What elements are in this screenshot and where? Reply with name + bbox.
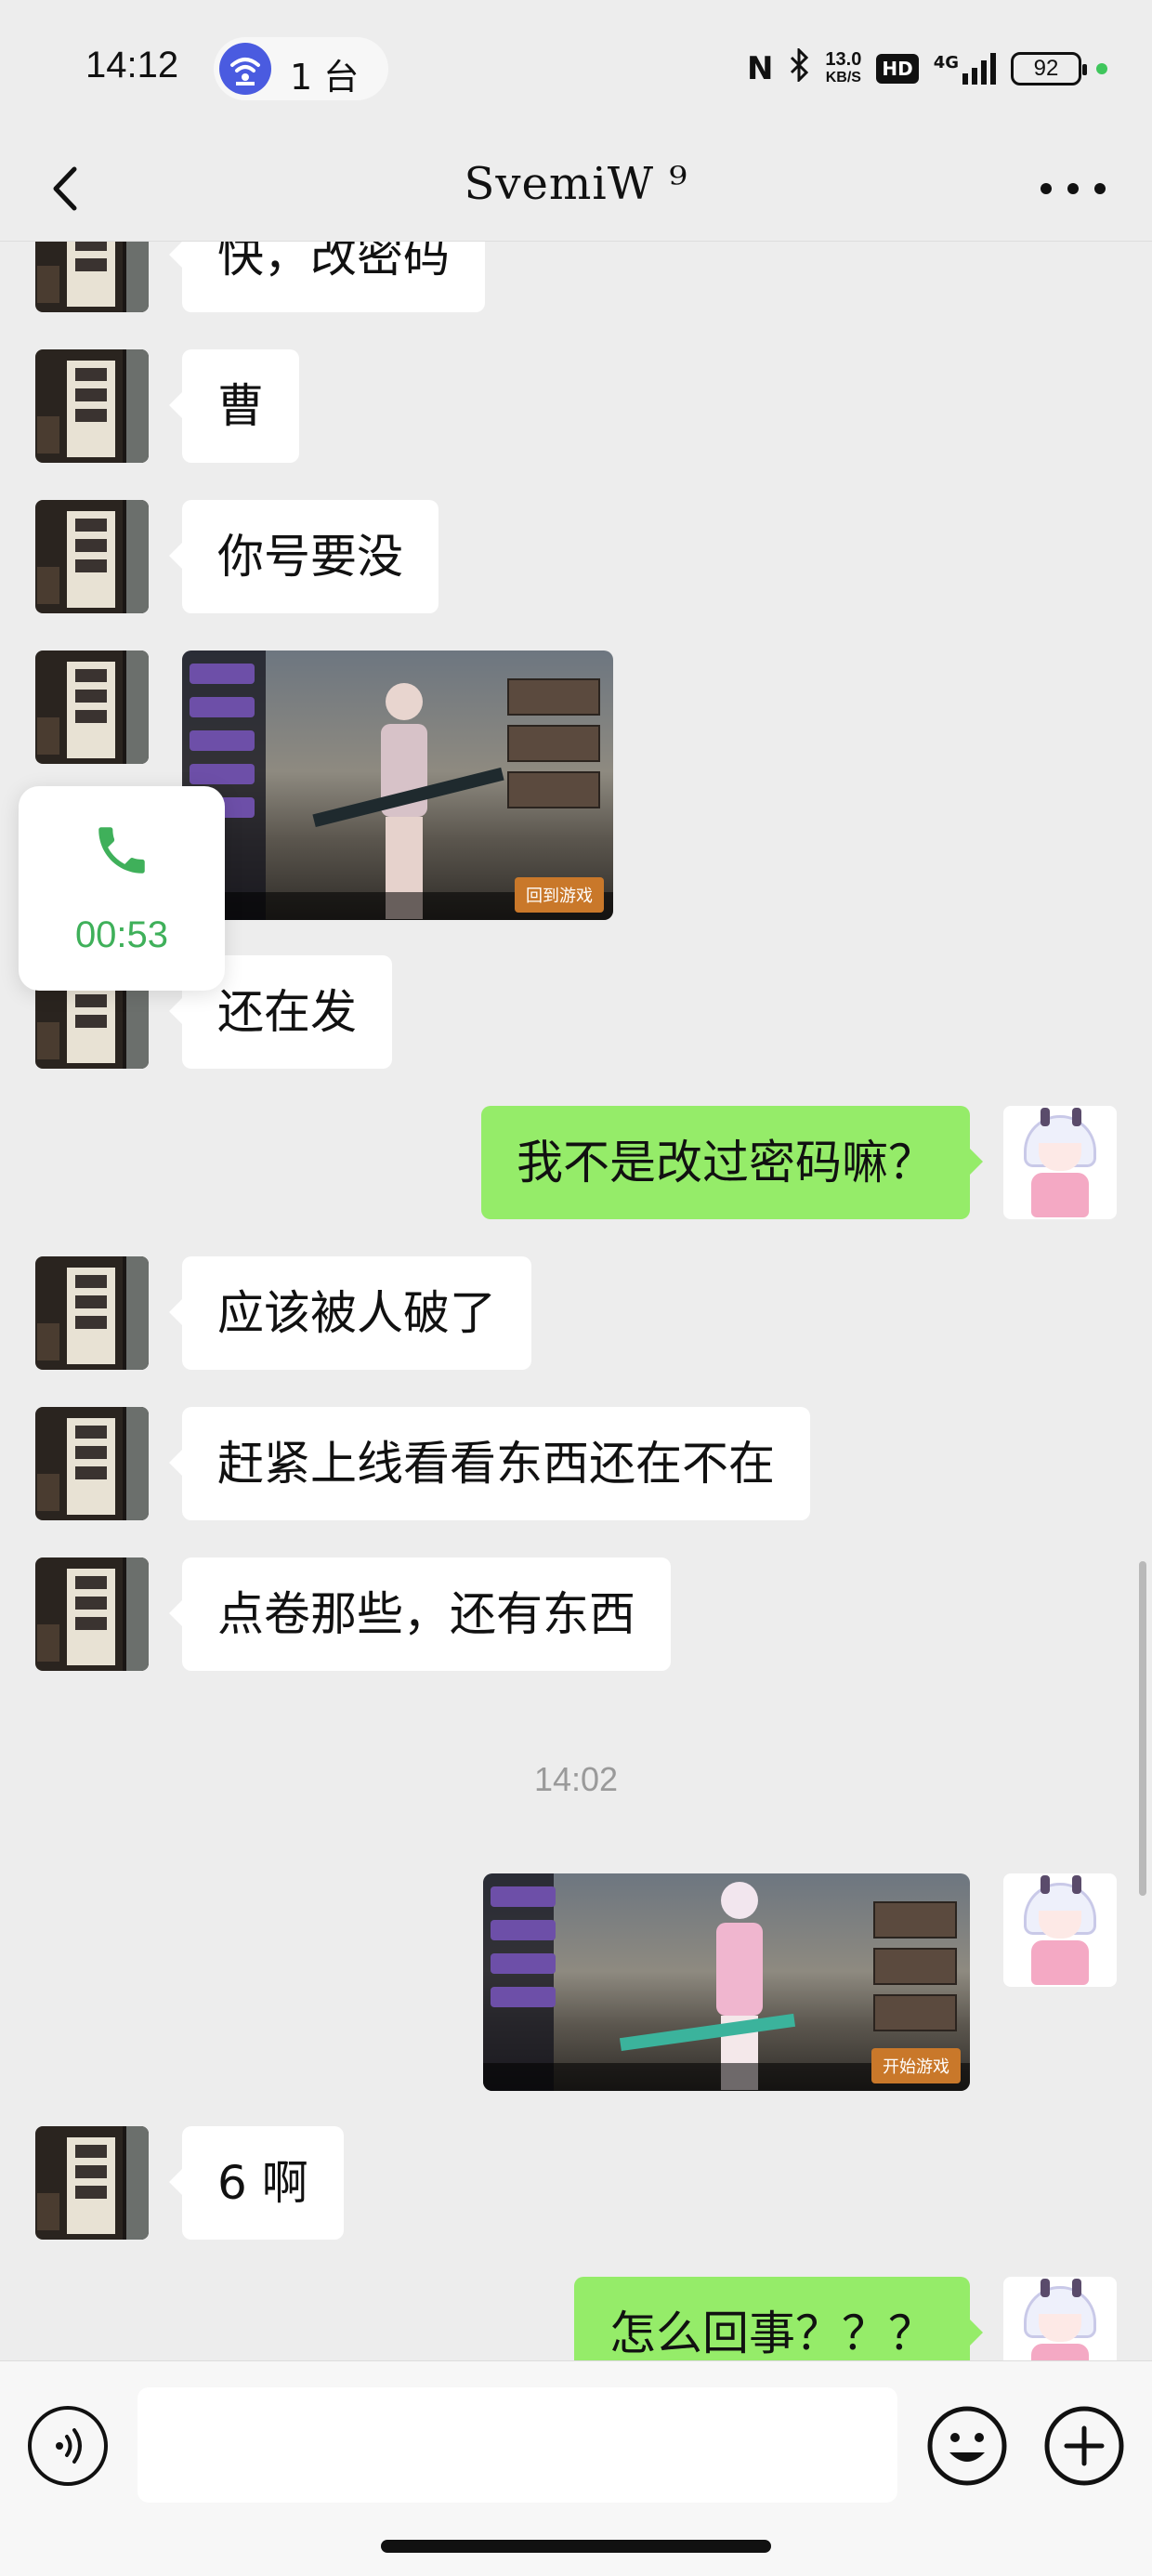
image-game-button-label: 开始游戏 — [871, 2048, 961, 2083]
battery-icon: 92 — [1011, 52, 1087, 85]
contact-avatar[interactable] — [35, 500, 149, 613]
incoming-message[interactable]: 点卷那些，还有东西 — [169, 1557, 671, 1671]
phone-icon — [98, 827, 145, 874]
scrollbar[interactable] — [1139, 1561, 1146, 1896]
status-bar: 14:12 1 台 N 13.0 KB/S HD 4G 92 — [0, 0, 1152, 138]
more-functions-button[interactable] — [1042, 2404, 1126, 2488]
nfc-icon: N — [746, 50, 774, 87]
emoji-icon — [927, 2406, 1007, 2486]
message-input-bar — [0, 2360, 1152, 2576]
network-speed: 13.0 KB/S — [825, 50, 861, 87]
incoming-message[interactable]: 应该被人破了 — [169, 1256, 531, 1370]
ellipsis-icon — [1041, 183, 1052, 194]
image-message[interactable]: 开始游戏 — [483, 1873, 970, 2091]
voice-icon — [56, 2428, 82, 2464]
floating-call-widget[interactable]: 00:53 — [19, 786, 225, 991]
home-indicator[interactable] — [381, 2540, 771, 2553]
image-game-button-label: 回到游戏 — [515, 877, 604, 913]
network-type: 4G — [933, 53, 959, 72]
speed-unit: KB/S — [825, 70, 861, 85]
contact-avatar[interactable] — [35, 1256, 149, 1370]
message-text-input[interactable] — [137, 2387, 897, 2503]
image-message[interactable]: 回到游戏 — [182, 651, 613, 920]
battery-level: 92 — [1033, 56, 1059, 81]
hd-badge: HD — [876, 54, 919, 84]
voice-input-button[interactable] — [28, 2406, 108, 2486]
incoming-message[interactable]: 曹 — [169, 349, 299, 463]
contact-avatar[interactable] — [35, 2126, 149, 2240]
plus-icon — [1044, 2406, 1124, 2486]
speed-value: 13.0 — [825, 49, 862, 70]
contact-avatar[interactable] — [35, 1407, 149, 1520]
my-avatar[interactable] — [1003, 1873, 1117, 1987]
wifi-hotspot-icon — [219, 43, 271, 95]
hotspot-indicator[interactable]: 1 台 — [214, 37, 388, 100]
contact-avatar[interactable] — [35, 1557, 149, 1671]
message-timestamp: 14:02 — [533, 1760, 619, 1798]
more-options-button[interactable] — [1041, 165, 1106, 212]
chat-title: SvemiW ⁹ — [464, 158, 688, 210]
chat-header: SvemiW ⁹ — [0, 138, 1152, 242]
emoji-button[interactable] — [925, 2404, 1009, 2488]
incoming-message[interactable]: 赶紧上线看看东西还在不在 — [169, 1407, 810, 1520]
charging-dot — [1096, 63, 1107, 74]
incoming-message[interactable]: 6 啊 — [169, 2126, 344, 2240]
status-icons: N 13.0 KB/S HD 4G 92 — [747, 43, 1107, 95]
status-time: 14:12 — [85, 45, 179, 85]
contact-avatar[interactable] — [35, 349, 149, 463]
contact-avatar[interactable] — [35, 651, 149, 764]
signal-icon: 4G — [934, 53, 996, 85]
outgoing-message[interactable]: 我不是改过密码嘛？ — [481, 1106, 983, 1219]
hotspot-count: 1 台 — [290, 57, 360, 98]
bluetooth-icon — [788, 46, 810, 90]
incoming-message[interactable]: 你号要没 — [169, 500, 439, 613]
my-avatar[interactable] — [1003, 1106, 1117, 1219]
call-duration: 00:53 — [74, 914, 169, 955]
